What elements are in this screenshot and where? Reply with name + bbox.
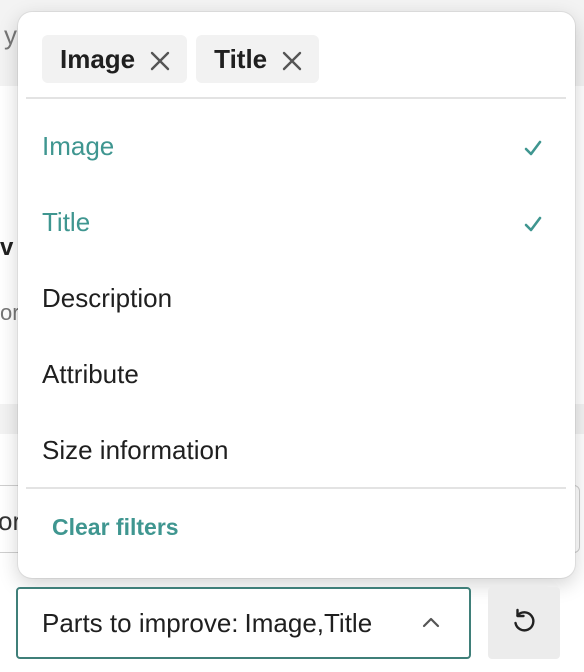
divider [26, 487, 566, 489]
select-value: Image,Title [244, 607, 373, 638]
option-label: Attribute [42, 358, 139, 389]
chip-image[interactable]: Image [42, 35, 188, 83]
parts-to-improve-select[interactable]: Parts to improve: Image,Title [16, 587, 471, 659]
close-icon[interactable] [281, 48, 303, 71]
chip-label: Title [214, 43, 268, 74]
check-icon [523, 210, 543, 232]
parts-filter-popover: Image Title Image Title Description Attr… [18, 12, 575, 578]
option-list: Image Title Description Attribute Size i… [18, 108, 575, 488]
background-text-fragment: v [0, 234, 14, 261]
clear-filters-button[interactable]: Clear filters [52, 514, 179, 541]
option-size-information[interactable]: Size information [18, 412, 575, 488]
chip-label: Image [60, 43, 136, 74]
selected-chips: Image Title [42, 35, 320, 83]
option-label: Image [42, 130, 115, 161]
check-icon [523, 134, 543, 156]
option-label: Description [42, 282, 173, 313]
reset-icon [509, 606, 539, 641]
option-title[interactable]: Title [18, 184, 575, 260]
divider [26, 97, 566, 99]
chip-title[interactable]: Title [196, 35, 320, 83]
close-icon[interactable] [149, 48, 171, 71]
option-label: Title [42, 206, 91, 237]
option-description[interactable]: Description [18, 260, 575, 336]
reset-button[interactable] [488, 587, 560, 659]
option-attribute[interactable]: Attribute [18, 336, 575, 412]
option-label: Size information [42, 434, 229, 465]
background-text-fragment: or [0, 300, 20, 325]
chevron-up-icon [421, 615, 441, 629]
background-text-fragment: y [4, 20, 17, 50]
option-image[interactable]: Image [18, 108, 575, 184]
select-label: Parts to improve: [42, 607, 239, 638]
